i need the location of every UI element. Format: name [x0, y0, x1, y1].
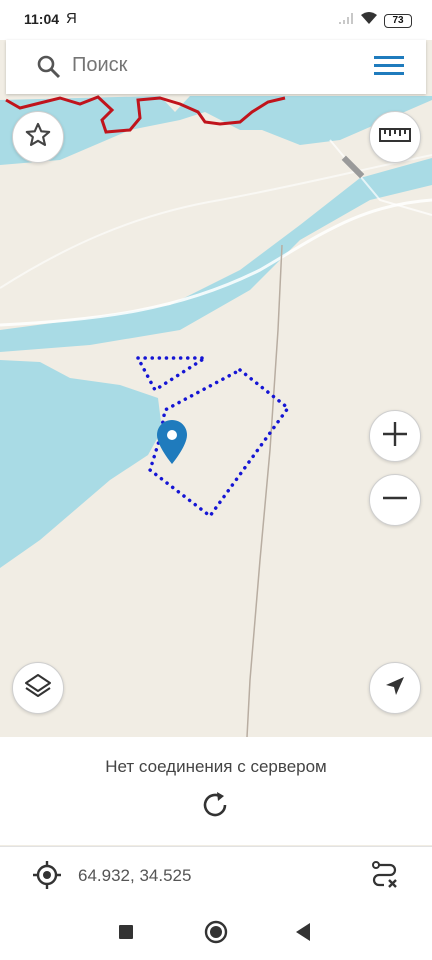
coordinates-value: 64.932, 34.525	[78, 866, 192, 885]
status-icons: 73	[338, 11, 412, 30]
layers-icon	[23, 671, 53, 706]
zoom-in-button[interactable]	[369, 410, 421, 462]
refresh-icon[interactable]	[199, 789, 231, 826]
connection-message: Нет соединения с сервером	[105, 757, 327, 776]
connection-panel: Нет соединения с сервером	[0, 737, 432, 845]
target-icon[interactable]	[32, 860, 62, 895]
map-view[interactable]	[0, 40, 432, 737]
system-nav-bar	[0, 902, 432, 960]
status-time: 11:04	[24, 11, 60, 27]
zoom-out-icon	[381, 484, 409, 517]
ruler-icon	[379, 125, 411, 150]
home-circle-icon[interactable]	[204, 920, 228, 949]
navigation-button[interactable]	[369, 662, 421, 714]
battery-icon: 73	[384, 13, 412, 28]
location-marker-icon[interactable]	[157, 420, 187, 464]
ruler-button[interactable]	[369, 111, 421, 163]
coordinates-bar: 64.932, 34.525	[0, 846, 432, 902]
search-input[interactable]	[72, 54, 332, 77]
status-bar: 11:04 Я 73	[0, 0, 432, 40]
search-bar[interactable]	[6, 40, 426, 94]
zoom-out-button[interactable]	[369, 474, 421, 526]
signal-icon	[338, 11, 354, 30]
zoom-in-icon	[381, 420, 409, 453]
recents-square-icon[interactable]	[118, 924, 134, 945]
search-icon[interactable]	[36, 54, 62, 85]
status-carrier: Я	[66, 10, 77, 27]
route-clear-icon[interactable]	[370, 859, 400, 894]
menu-icon[interactable]	[374, 54, 404, 83]
navigation-arrow-icon	[383, 674, 407, 703]
map-canvas[interactable]	[0, 40, 432, 737]
favorites-button[interactable]	[12, 111, 64, 163]
layers-button[interactable]	[12, 662, 64, 714]
back-triangle-icon[interactable]	[294, 922, 312, 947]
wifi-icon	[360, 11, 378, 30]
favorites-star-icon	[24, 121, 52, 154]
